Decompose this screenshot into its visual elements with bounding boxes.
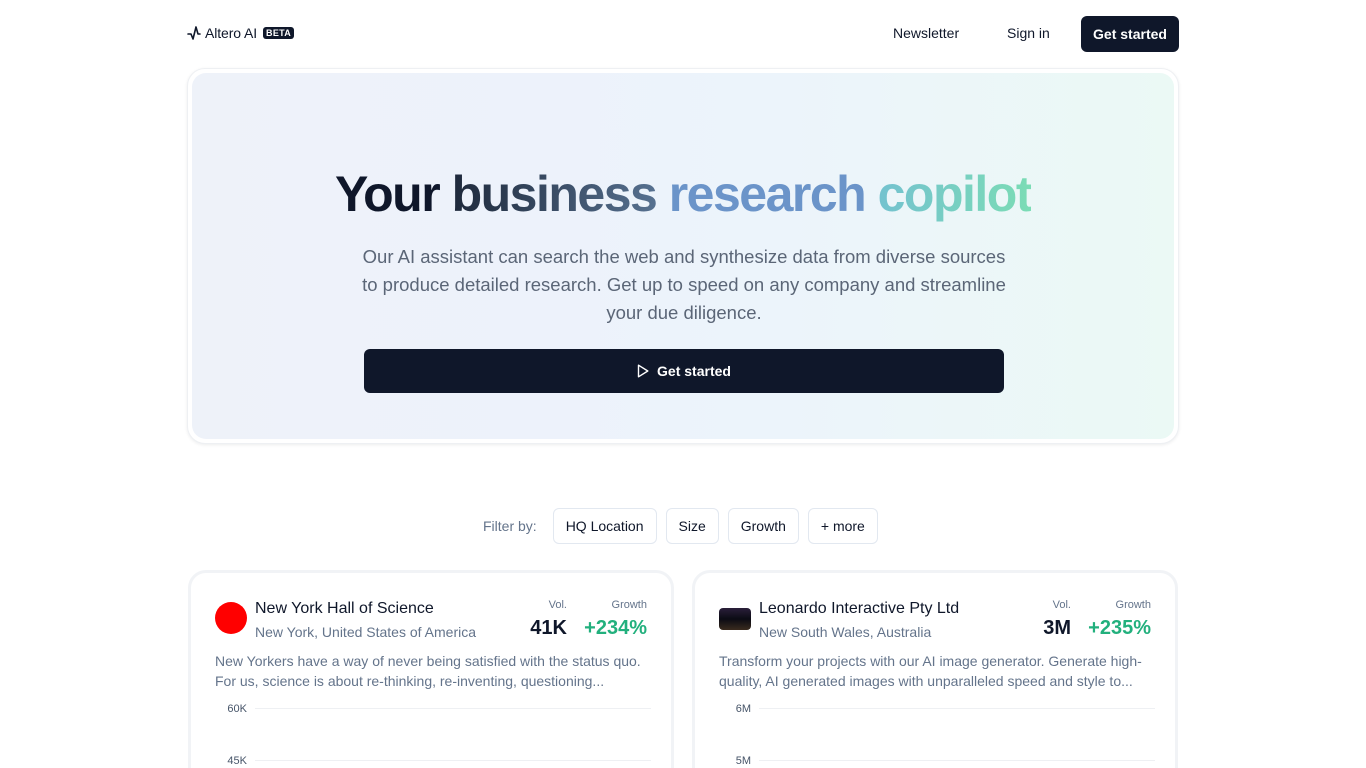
play-icon	[637, 364, 649, 378]
company-description: New Yorkers have a way of never being sa…	[215, 653, 641, 689]
beta-badge: BETA	[263, 27, 295, 39]
vol-value: 41K	[530, 617, 567, 639]
traffic-chart: 60K 45K	[227, 703, 651, 767]
growth-label: Growth	[611, 599, 647, 611]
y-tick-label: 60K	[227, 703, 247, 715]
filter-label: Filter by:	[483, 518, 537, 534]
hero-title-word-3: research	[668, 166, 878, 222]
y-tick-label: 45K	[227, 755, 247, 767]
top-nav: Altero AI BETA Newsletter Sign in Get st…	[187, 16, 1179, 52]
company-location: New South Wales, Australia	[759, 624, 932, 640]
filter-size[interactable]: Size	[665, 508, 719, 544]
filter-hq-location[interactable]: HQ Location	[552, 508, 657, 544]
pulse-logo-icon	[187, 26, 201, 40]
get-started-button[interactable]: Get started	[1081, 16, 1179, 52]
hero-title-word-1: Your	[335, 166, 452, 222]
filter-more[interactable]: + more	[807, 508, 878, 544]
y-tick-label: 5M	[736, 755, 751, 767]
hero-title-word-2: business	[451, 166, 669, 222]
filter-bar: Filter by: HQ Location Size Growth + mor…	[483, 508, 887, 544]
company-location: New York, United States of America	[255, 624, 476, 640]
growth-value: +235%	[1088, 617, 1151, 639]
hero-card: Your business research copilot Our AI as…	[187, 68, 1179, 444]
company-card[interactable]: New York Hall of Science New York, Unite…	[188, 570, 674, 768]
vol-label: Vol.	[1052, 599, 1071, 611]
hero-panel: Your business research copilot Our AI as…	[192, 73, 1174, 439]
hero-cta-label: Get started	[657, 363, 731, 379]
newsletter-link[interactable]: Newsletter	[893, 25, 959, 41]
traffic-chart: 6M 5M	[736, 703, 1155, 767]
brand-name: Altero AI	[205, 25, 258, 41]
y-tick-label: 6M	[736, 703, 751, 715]
company-name: New York Hall of Science	[255, 600, 434, 617]
company-description: Transform your projects with our AI imag…	[719, 653, 1142, 689]
growth-value: +234%	[584, 617, 647, 639]
vol-value: 3M	[1043, 617, 1071, 639]
hero-subtitle: Our AI assistant can search the web and …	[362, 246, 1006, 323]
growth-label: Growth	[1115, 599, 1151, 611]
hero-title-word-4: copilot	[877, 166, 1033, 222]
company-logo	[719, 608, 751, 630]
sign-in-link[interactable]: Sign in	[1007, 25, 1050, 41]
filter-growth[interactable]: Growth	[727, 508, 799, 544]
hero-title: Your business research copilot	[192, 165, 1174, 223]
hero-get-started-button[interactable]: Get started	[364, 349, 1004, 393]
vol-label: Vol.	[548, 599, 567, 611]
company-logo	[215, 602, 247, 634]
company-card[interactable]: Leonardo Interactive Pty Ltd New South W…	[692, 570, 1178, 768]
company-name: Leonardo Interactive Pty Ltd	[759, 600, 960, 617]
brand-logo[interactable]: Altero AI BETA	[187, 25, 295, 41]
